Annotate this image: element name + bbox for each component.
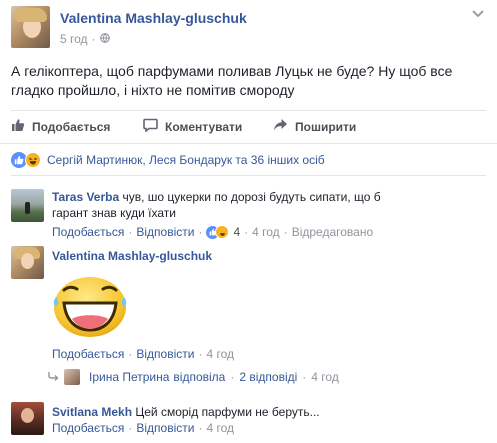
comment-body: Svitlana Mekh Цей сморід парфуми не беру… [52, 404, 320, 420]
comment-like-link[interactable]: Подобається [52, 225, 124, 239]
reply-author-avatar[interactable] [64, 369, 80, 385]
chevron-down-icon[interactable] [471, 8, 485, 22]
share-button-label: Поширити [295, 119, 357, 134]
comment-actions: Подобається · Відповісти · 4 год [52, 347, 234, 361]
comment-time[interactable]: 4 год [206, 421, 234, 435]
comment-reactions[interactable]: 4 [206, 225, 240, 239]
meta-separator: · [91, 32, 96, 46]
comment-avatar[interactable] [11, 402, 44, 435]
post-author-name[interactable]: Valentina Mashlay-gluschuk [60, 10, 247, 26]
post-text: А гелікоптера, щоб парфумами поливав Луц… [11, 63, 453, 98]
haha-reaction-icon [215, 225, 230, 239]
comment-reaction-count: 4 [233, 225, 241, 239]
like-button[interactable]: Подобається [11, 118, 110, 135]
comment-text: Цей сморід парфуми не беруть... [135, 405, 320, 419]
reply-author-name[interactable]: Ірина Петрина [89, 370, 169, 384]
reply-arrow-icon [47, 370, 59, 385]
comment-icon [143, 118, 158, 135]
globe-icon [99, 32, 110, 46]
like-button-label: Подобається [32, 119, 111, 134]
comment-avatar[interactable] [11, 189, 44, 222]
reply-count[interactable]: 2 відповіді [239, 370, 297, 384]
comment-reply-link[interactable]: Відповісти [136, 347, 194, 361]
thumbs-up-icon [11, 118, 25, 135]
post-author-avatar[interactable] [11, 6, 50, 48]
comment-reply-link[interactable]: Відповісти [136, 225, 194, 239]
comment-author[interactable]: Svitlana Mekh [52, 405, 132, 419]
share-icon [273, 118, 288, 135]
share-button[interactable]: Поширити [273, 118, 356, 135]
reply-time: 4 год [311, 370, 339, 384]
comment-like-link[interactable]: Подобається [52, 421, 124, 435]
comment-body: Taras Verba чув, шо цукерки по дорозі бу… [52, 189, 382, 221]
comment-button[interactable]: Коментувати [143, 118, 242, 135]
comment-like-link[interactable]: Подобається [52, 347, 124, 361]
reactions-divider [11, 175, 486, 176]
comment-time[interactable]: 4 год [206, 347, 234, 361]
comment-edited[interactable]: Відредаговано [292, 225, 373, 239]
post-time[interactable]: 5 год [60, 32, 88, 46]
comment-actions: Подобається · Відповісти · 4 год [52, 421, 234, 435]
comment-author[interactable]: Taras Verba [52, 190, 119, 204]
reply-action[interactable]: відповіла [173, 370, 225, 384]
comment-actions: Подобається · Відповісти · 4 · 4 год · В… [52, 225, 374, 239]
comment-reply-link[interactable]: Відповісти [136, 421, 194, 435]
laughing-face-sticker [50, 272, 132, 340]
replies-line[interactable]: Ірина Петрина відповіла · 2 відповіді · … [47, 369, 339, 385]
post-meta: 5 год · [60, 32, 110, 46]
haha-reaction-icon [25, 152, 41, 168]
reactions-summary-text: Сергій Мартинюк, Леся Бондарук та 36 інш… [47, 153, 325, 167]
action-bar-divider-top [11, 110, 486, 111]
comment-time[interactable]: 4 год [252, 225, 280, 239]
reactions-summary[interactable]: Сергій Мартинюк, Леся Бондарук та 36 інш… [11, 152, 325, 168]
comment-button-label: Коментувати [165, 119, 243, 134]
comment-author[interactable]: Valentina Mashlay-gluschuk [52, 249, 212, 263]
comment-avatar[interactable] [11, 246, 44, 279]
